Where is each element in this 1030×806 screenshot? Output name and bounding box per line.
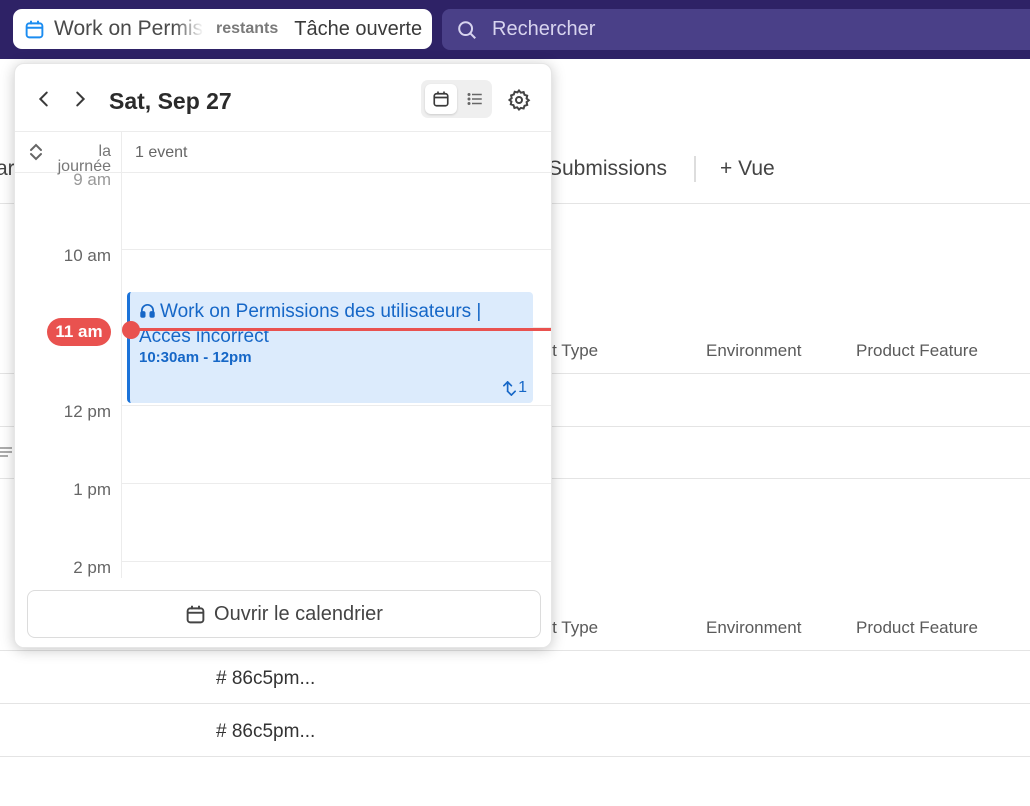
all-day-row: la journée 1 event [15, 131, 551, 175]
expand-collapse-icon[interactable] [27, 142, 45, 162]
chevron-left-icon[interactable] [33, 88, 55, 110]
tab-divider [694, 156, 696, 182]
event-sync: 1 [502, 379, 527, 397]
time-label: 10 am [63, 246, 111, 265]
hour-line [122, 561, 551, 562]
hour-line [122, 405, 551, 406]
gear-icon[interactable] [507, 88, 531, 112]
task-title: Work on Permissions des utilisateurs | A… [54, 17, 204, 40]
list-icon [467, 93, 482, 105]
search-icon [458, 20, 476, 39]
event-title-text: Work on Permissions des utilisateurs | A… [139, 301, 482, 347]
top-bar: Work on Permissions des utilisateurs | A… [0, 0, 1030, 59]
tab-submissions[interactable]: Submissions [548, 157, 667, 181]
event-title: Work on Permissions des utilisateurs | A… [139, 299, 519, 349]
calendar-event[interactable]: Work on Permissions des utilisateurs | A… [127, 292, 533, 403]
add-view-button[interactable]: + Vue [720, 157, 775, 181]
search-bar[interactable]: Rechercher [442, 9, 1030, 50]
sync-icon [503, 380, 517, 396]
task-status[interactable]: Tâche ouverte [294, 18, 422, 41]
current-task-pill[interactable]: Work on Permissions des utilisateurs | A… [13, 9, 432, 49]
view-tab-partial[interactable]: ar [0, 157, 15, 181]
current-time-line [131, 328, 551, 331]
task-time-remaining: restants [216, 20, 279, 37]
view-toggle [421, 80, 492, 118]
column-header-product-feature[interactable]: Product Feature [856, 618, 978, 638]
search-placeholder: Rechercher [492, 18, 596, 40]
divider [0, 703, 1030, 704]
calendar-icon [25, 20, 44, 38]
current-time-badge: 11 am [47, 318, 111, 346]
list-view-button[interactable] [459, 84, 491, 114]
calendar-view-button[interactable] [425, 84, 457, 114]
time-gutter-divider [121, 131, 122, 581]
event-count: 1 event [135, 144, 188, 161]
calendar-icon [433, 91, 449, 107]
open-calendar-button[interactable]: Ouvrir le calendrier [27, 590, 541, 638]
column-header-environment[interactable]: Environment [706, 618, 801, 638]
calendar-icon [186, 605, 205, 623]
event-sync-count: 1 [518, 379, 527, 396]
column-header-environment[interactable]: Environment [706, 341, 801, 361]
headphones-icon [140, 304, 155, 318]
task-id-cell[interactable]: # 86c5pm... [216, 668, 315, 690]
open-calendar-label: Ouvrir le calendrier [214, 602, 383, 625]
time-label: 2 pm [73, 558, 111, 577]
current-time-dot [122, 321, 140, 339]
time-label: 12 pm [63, 402, 111, 421]
task-id-cell[interactable]: # 86c5pm... [216, 721, 315, 743]
event-time: 10:30am - 12pm [139, 349, 252, 366]
column-header-product-feature[interactable]: Product Feature [856, 341, 978, 361]
divider [0, 650, 1030, 651]
popover-footer: Ouvrir le calendrier [15, 578, 551, 647]
calendar-popover: Sat, Sep 27 la journée 1 event 9 am 10 a… [14, 63, 552, 648]
lines-icon [0, 447, 12, 457]
date-title: Sat, Sep 27 [109, 88, 232, 114]
chevron-right-icon[interactable] [69, 88, 91, 110]
hour-line [122, 249, 551, 250]
popover-header: Sat, Sep 27 [15, 64, 551, 132]
divider [0, 756, 1030, 757]
time-label: 1 pm [73, 480, 111, 499]
hour-line [122, 483, 551, 484]
time-label: 9 am [73, 170, 111, 189]
